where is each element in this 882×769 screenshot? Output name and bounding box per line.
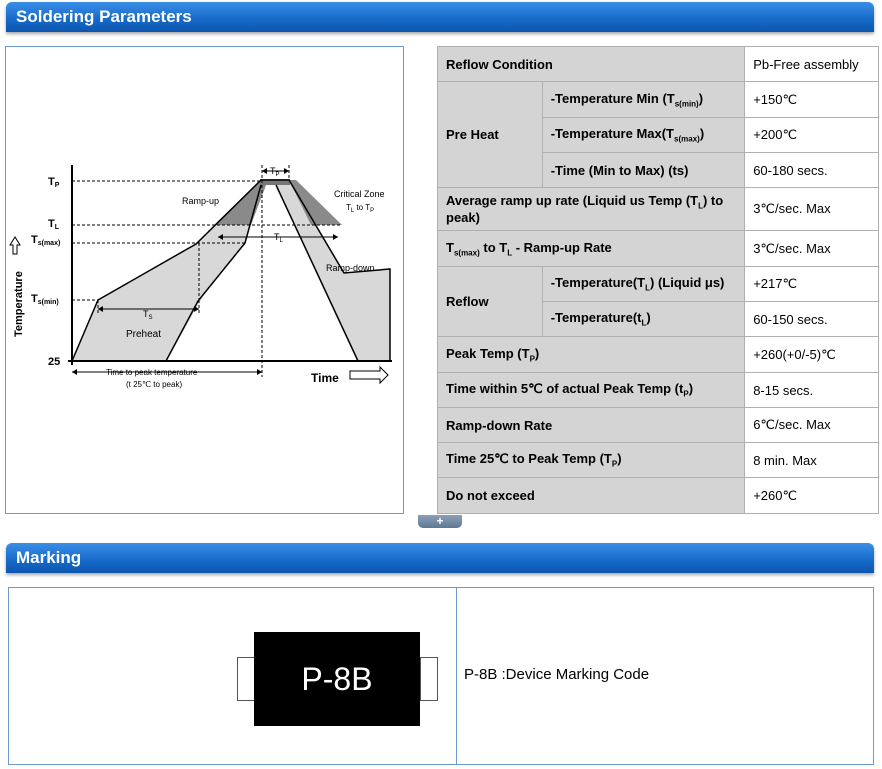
reflow-temp-value: +217℃ [744,266,879,302]
chip-right-lead [420,657,438,701]
reflow-temp-cell: -Temperature(TL) (Liquid μs) [541,266,746,302]
table-row: Pre Heat -Temperature Min (Ts(min)) +150… [437,81,879,188]
table-row: Do not exceed +260℃ [436,477,879,514]
pb-free-cell: Pb-Free assembly [744,46,879,82]
time-within-value: 8-15 secs. [744,372,879,408]
reflow-profile-svg: TP TL Ts(max) Ts(min) 25 TP TL TS Ramp-u… [9,165,392,389]
reflow-profile-diagram: TP TL Ts(max) Ts(min) 25 TP TL TS Ramp-u… [5,46,404,514]
time-25-cell: Time 25℃ to Peak Temp (TP) [436,442,746,478]
table-row: Time 25℃ to Peak Temp (TP) 8 min. Max [436,442,879,478]
time-to-peak-sublabel: (t 25℃ to peak) [126,380,182,389]
tsmax-label: Ts(max) [31,234,60,247]
ts-to-tl-value: 3℃/sec. Max [744,230,879,267]
t25-label: 25 [48,356,60,368]
reflow-time-cell: -Temperature(tL) [541,301,746,337]
time-to-peak-label: Time to peak temperature [106,368,198,377]
tp-time-label: TP [270,166,280,178]
reflow-cell: Reflow [437,266,543,337]
table-row: Reflow -Temperature(TL) (Liquid μs) +217… [437,266,879,337]
table-row: Average ramp up rate (Liquid us Temp (TL… [436,187,879,231]
peak-temp-cell: Peak Temp (TP) [436,336,746,373]
ts-to-tl-cell: Ts(max) to TL - Ramp-up Rate [436,230,746,267]
temperature-axis-label: Temperature [13,271,25,337]
preheat-label: Preheat [126,329,161,340]
peak-temp-value: +260(+0/-5)℃ [744,336,879,373]
tl-label: TL [48,218,60,231]
marking-panel [8,587,874,765]
time-axis-label: Time [311,371,339,385]
ramp-up-label: Ramp-up [182,196,219,206]
table-row: Ts(max) to TL - Ramp-up Rate 3℃/sec. Max [436,230,879,267]
time-25-value: 8 min. Max [744,442,879,478]
table-row: Peak Temp (TP) +260(+0/-5)℃ [436,336,879,373]
tsmin-label: Ts(min) [31,293,59,306]
time-within-cell: Time within 5℃ of actual Peak Temp (tP) [436,372,746,408]
ramp-down-cell: Ramp-down Rate [436,407,746,443]
critical-zone-sublabel: TL to TP [346,203,374,214]
expand-button[interactable]: + [418,515,462,528]
chip-left-lead [237,657,255,701]
soldering-parameters-header: Soldering Parameters [6,2,874,32]
table-row: Reflow Condition Pb-Free assembly [436,46,879,82]
chip-body: P-8B [254,632,420,726]
temp-min-cell: -Temperature Min (Ts(min)) [541,81,746,118]
reflow-time-value: 60-150 secs. [744,301,879,337]
ramp-down-label: Ramp-down [326,263,375,273]
soldering-parameters-table: Reflow Condition Pb-Free assembly Pre He… [436,46,879,514]
marking-header: Marking [6,543,874,573]
temperature-arrow-icon [9,236,21,255]
critical-zone-label: Critical Zone [334,189,385,199]
do-not-exceed-value: +260℃ [744,477,879,514]
reflow-condition-cell: Reflow Condition [436,46,746,82]
do-not-exceed-cell: Do not exceed [436,477,746,514]
marking-description: P-8B :Device Marking Code [464,666,650,683]
marking-divider [456,587,457,765]
temp-max-value: +200℃ [744,117,879,153]
time-min-max-cell: -Time (Min to Max) (ts) [541,152,746,188]
table-row: Time within 5℃ of actual Peak Temp (tP) … [436,372,879,408]
temp-min-value: +150℃ [744,81,879,118]
table-row: Ramp-down Rate 6℃/sec. Max [436,407,879,443]
temp-max-cell: -Temperature Max(Ts(max)) [541,117,746,153]
time-min-max-value: 60-180 secs. [744,152,879,188]
avg-ramp-value: 3℃/sec. Max [744,187,879,231]
pre-heat-cell: Pre Heat [437,81,543,188]
avg-ramp-cell: Average ramp up rate (Liquid us Temp (TL… [436,187,746,231]
time-arrow-icon [349,365,389,385]
ramp-down-value: 6℃/sec. Max [744,407,879,443]
tp-label: TP [48,176,60,189]
